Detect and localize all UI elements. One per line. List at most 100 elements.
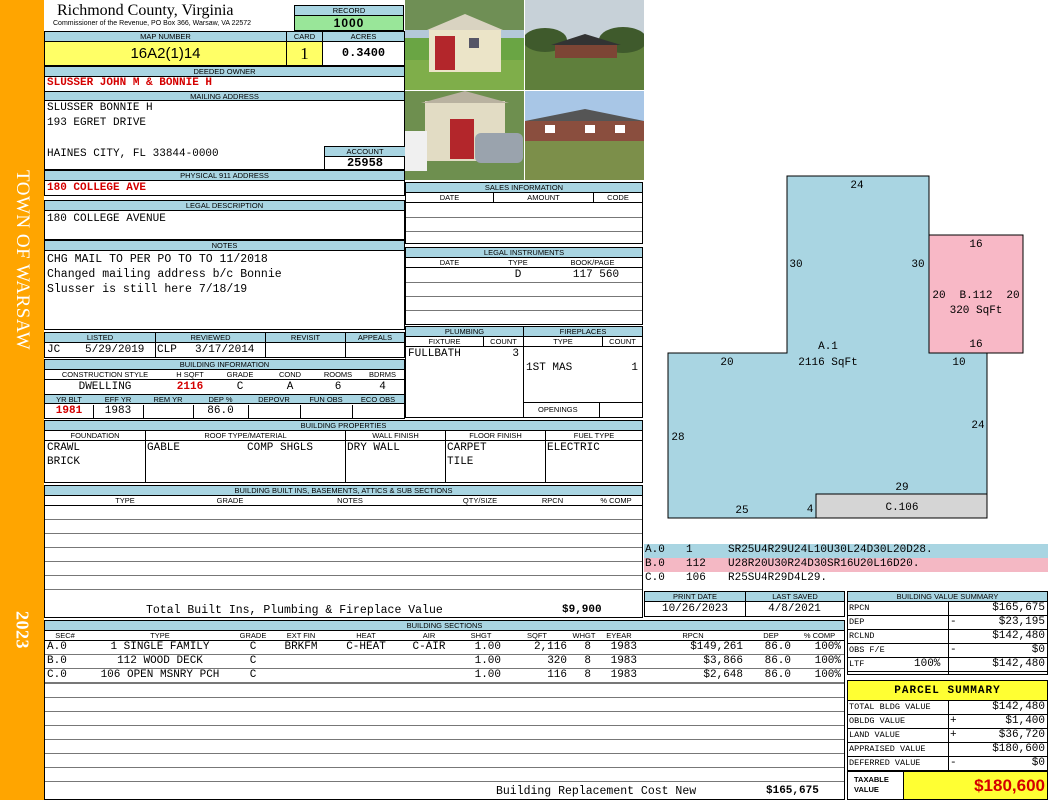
builtin-grade-label: GRADE [216, 496, 244, 505]
legend-row-c: C.0 106 R25SU4R29D4L29. [644, 572, 1048, 586]
dim-b-bottom: 16 [969, 339, 982, 351]
dim-a-mid-right: 10 [952, 357, 965, 369]
physical-address-box: PHYSICAL 911 ADDRESS 180 COLLEGE AVE [44, 170, 405, 196]
section-rpcn: $2,648 [703, 669, 743, 681]
section-type: 112 WOOD DECK [117, 655, 203, 667]
col-type: TYPE [150, 631, 170, 640]
built-ins-label: BUILDING BUILT INS, BASEMENTS, ATTICS & … [45, 486, 642, 496]
section-grade: C [249, 669, 257, 681]
roof-label: ROOF TYPE/MATERIAL [145, 431, 345, 441]
listed-label: LISTED [86, 333, 114, 342]
col-shgt: SHGT [470, 631, 492, 640]
garage-photo-image [405, 91, 524, 180]
section-sec: B.0 [47, 655, 67, 667]
legend-b-code: B.0 [645, 558, 665, 570]
deeded-owner: SLUSSER JOHN M & BONNIE H [47, 77, 213, 89]
section-shgt: 1.00 [474, 669, 501, 681]
section-ext: BRKFM [284, 641, 318, 653]
builtin-comp-label: % COMP [600, 496, 632, 505]
effyr-label: EFF YR [104, 395, 132, 404]
floor-plan-sketch: 24 30 30 20 10 28 24 25 4 29 16 20 20 16… [667, 175, 1024, 519]
dim-a-mid-left: 20 [720, 357, 733, 369]
sidebar: TOWN OF WARSAW 2023 [0, 0, 44, 800]
instr-col-type: TYPE [508, 258, 528, 267]
note-line-2: Changed mailing address b/c Bonnie [47, 268, 282, 281]
cond-value: A [286, 381, 294, 393]
photo-shed [405, 0, 524, 90]
remyr-label: REM YR [153, 395, 183, 404]
legal-instruments-label: LEGAL INSTRUMENTS [406, 248, 642, 258]
appeals-label: APPEALS [345, 333, 404, 343]
fixture-label: FIXTURE [428, 337, 461, 346]
builtins-total-label: Total Built Ins, Plumbing & Fireplace Va… [146, 604, 443, 617]
building-properties-label: BUILDING PROPERTIES [45, 421, 642, 431]
ecoobs-label: ECO OBS [360, 395, 396, 404]
parcel-summary-row: TOTAL BLDG VALUE $142,480 [848, 701, 1047, 715]
section-a-label: A.1 [818, 341, 838, 353]
section-heat: C-HEAT [346, 641, 386, 653]
fireplace-count-label: COUNT [602, 337, 642, 347]
reviewed-date: 3/17/2014 [195, 344, 255, 356]
dim-a-bottom: 25 [735, 505, 748, 517]
last-saved: 4/8/2021 [768, 603, 821, 615]
legend-row-a: A.0 1 SR25U4R29U24L10U30L24D30L20D28. [644, 544, 1048, 558]
section-comp: 100% [814, 641, 841, 653]
wall-finish: DRY WALL [347, 442, 400, 454]
section-dep: 86.0 [764, 669, 791, 681]
col-eyear: EYEAR [606, 631, 632, 640]
replacement-cost: $165,675 [766, 785, 819, 797]
ps-value: $180,600 [992, 743, 1045, 755]
legal-description-box: LEGAL DESCRIPTION 180 COLLEGE AVENUE [44, 200, 405, 240]
ps-value: $0 [1031, 757, 1045, 769]
building-properties-box: BUILDING PROPERTIES FOUNDATION ROOF TYPE… [44, 420, 643, 483]
section-dep: 86.0 [764, 655, 791, 667]
plumbing-label: PLUMBING [406, 327, 523, 337]
section-type: 1 SINGLE FAMILY [110, 641, 210, 653]
legend-a-num: 1 [686, 544, 693, 556]
notes-box: NOTES CHG MAIL TO PER PO TO TO 11/2018 C… [44, 240, 405, 330]
account-number: 25958 [346, 156, 383, 170]
parcel-summary-label: PARCEL SUMMARY [848, 681, 1047, 701]
dim-b-top: 16 [969, 239, 982, 251]
vs-key: RPCN [849, 603, 870, 613]
legal-instruments-box: LEGAL INSTRUMENTS DATE TYPE BOOK/PAGE D … [405, 247, 643, 325]
legend-b-desc: U28R20U30R24D30SR16U20L16D20. [728, 558, 920, 570]
section-comp: 100% [814, 655, 841, 667]
openings-label: OPENINGS [538, 405, 578, 414]
section-row: A.0 1 SINGLE FAMILY C BRKFM C-HEAT C-AIR 1.00 2… [45, 641, 844, 655]
grade-value: C [236, 381, 244, 393]
legal-description: 180 COLLEGE AVENUE [47, 213, 166, 225]
col-rpcn: RPCN [682, 631, 704, 640]
fireplace-type: 1ST MAS [526, 362, 573, 374]
ps-key: APPRAISED VALUE [849, 744, 926, 754]
effyr-value: 1983 [104, 405, 132, 417]
sketch-area: 24 30 30 20 10 28 24 25 4 29 16 20 20 16… [644, 0, 1050, 545]
fixture-count: 3 [512, 348, 519, 360]
county-title: Richmond County, Virginia [57, 2, 234, 19]
building-info-label: BUILDING INFORMATION [45, 360, 404, 370]
depovr-label: DEPOVR [258, 395, 290, 404]
fixture-type: FULLBATH [408, 348, 461, 360]
commissioner-address: Commissioner of the Revenue, PO Box 366,… [53, 20, 252, 27]
col-sqft: SQFT [527, 631, 547, 640]
account-box: ACCOUNT 25958 [324, 146, 405, 170]
listed-by: JC [47, 344, 61, 356]
legend-row-b: B.0 112 U28R20U30R24D30SR16U20L16D20. [644, 558, 1048, 572]
section-whgt: 8 [584, 641, 591, 653]
dim-a-left-upper: 30 [789, 259, 802, 271]
section-whgt: 8 [584, 655, 591, 667]
mailing-line-1: SLUSSER BONNIE H [47, 102, 153, 114]
wall-finish-label: WALL FINISH [345, 431, 445, 441]
col-comp: % COMP [803, 631, 836, 640]
parcel-summary-box: PARCEL SUMMARY TOTAL BLDG VALUE $142,480… [847, 680, 1048, 800]
house-side-photo-image [525, 91, 644, 180]
ps-op: - [950, 757, 957, 769]
vs-key: DEP [849, 617, 865, 627]
dim-a-right: 24 [971, 420, 985, 432]
physical-address-label: PHYSICAL 911 ADDRESS [45, 171, 404, 181]
yrblt-value: 1981 [55, 405, 83, 417]
dep-value: 86.0 [207, 405, 234, 417]
card-label: CARD [286, 32, 322, 42]
fixture-count-label: COUNT [483, 337, 523, 347]
vs-value: $165,675 [992, 602, 1045, 614]
